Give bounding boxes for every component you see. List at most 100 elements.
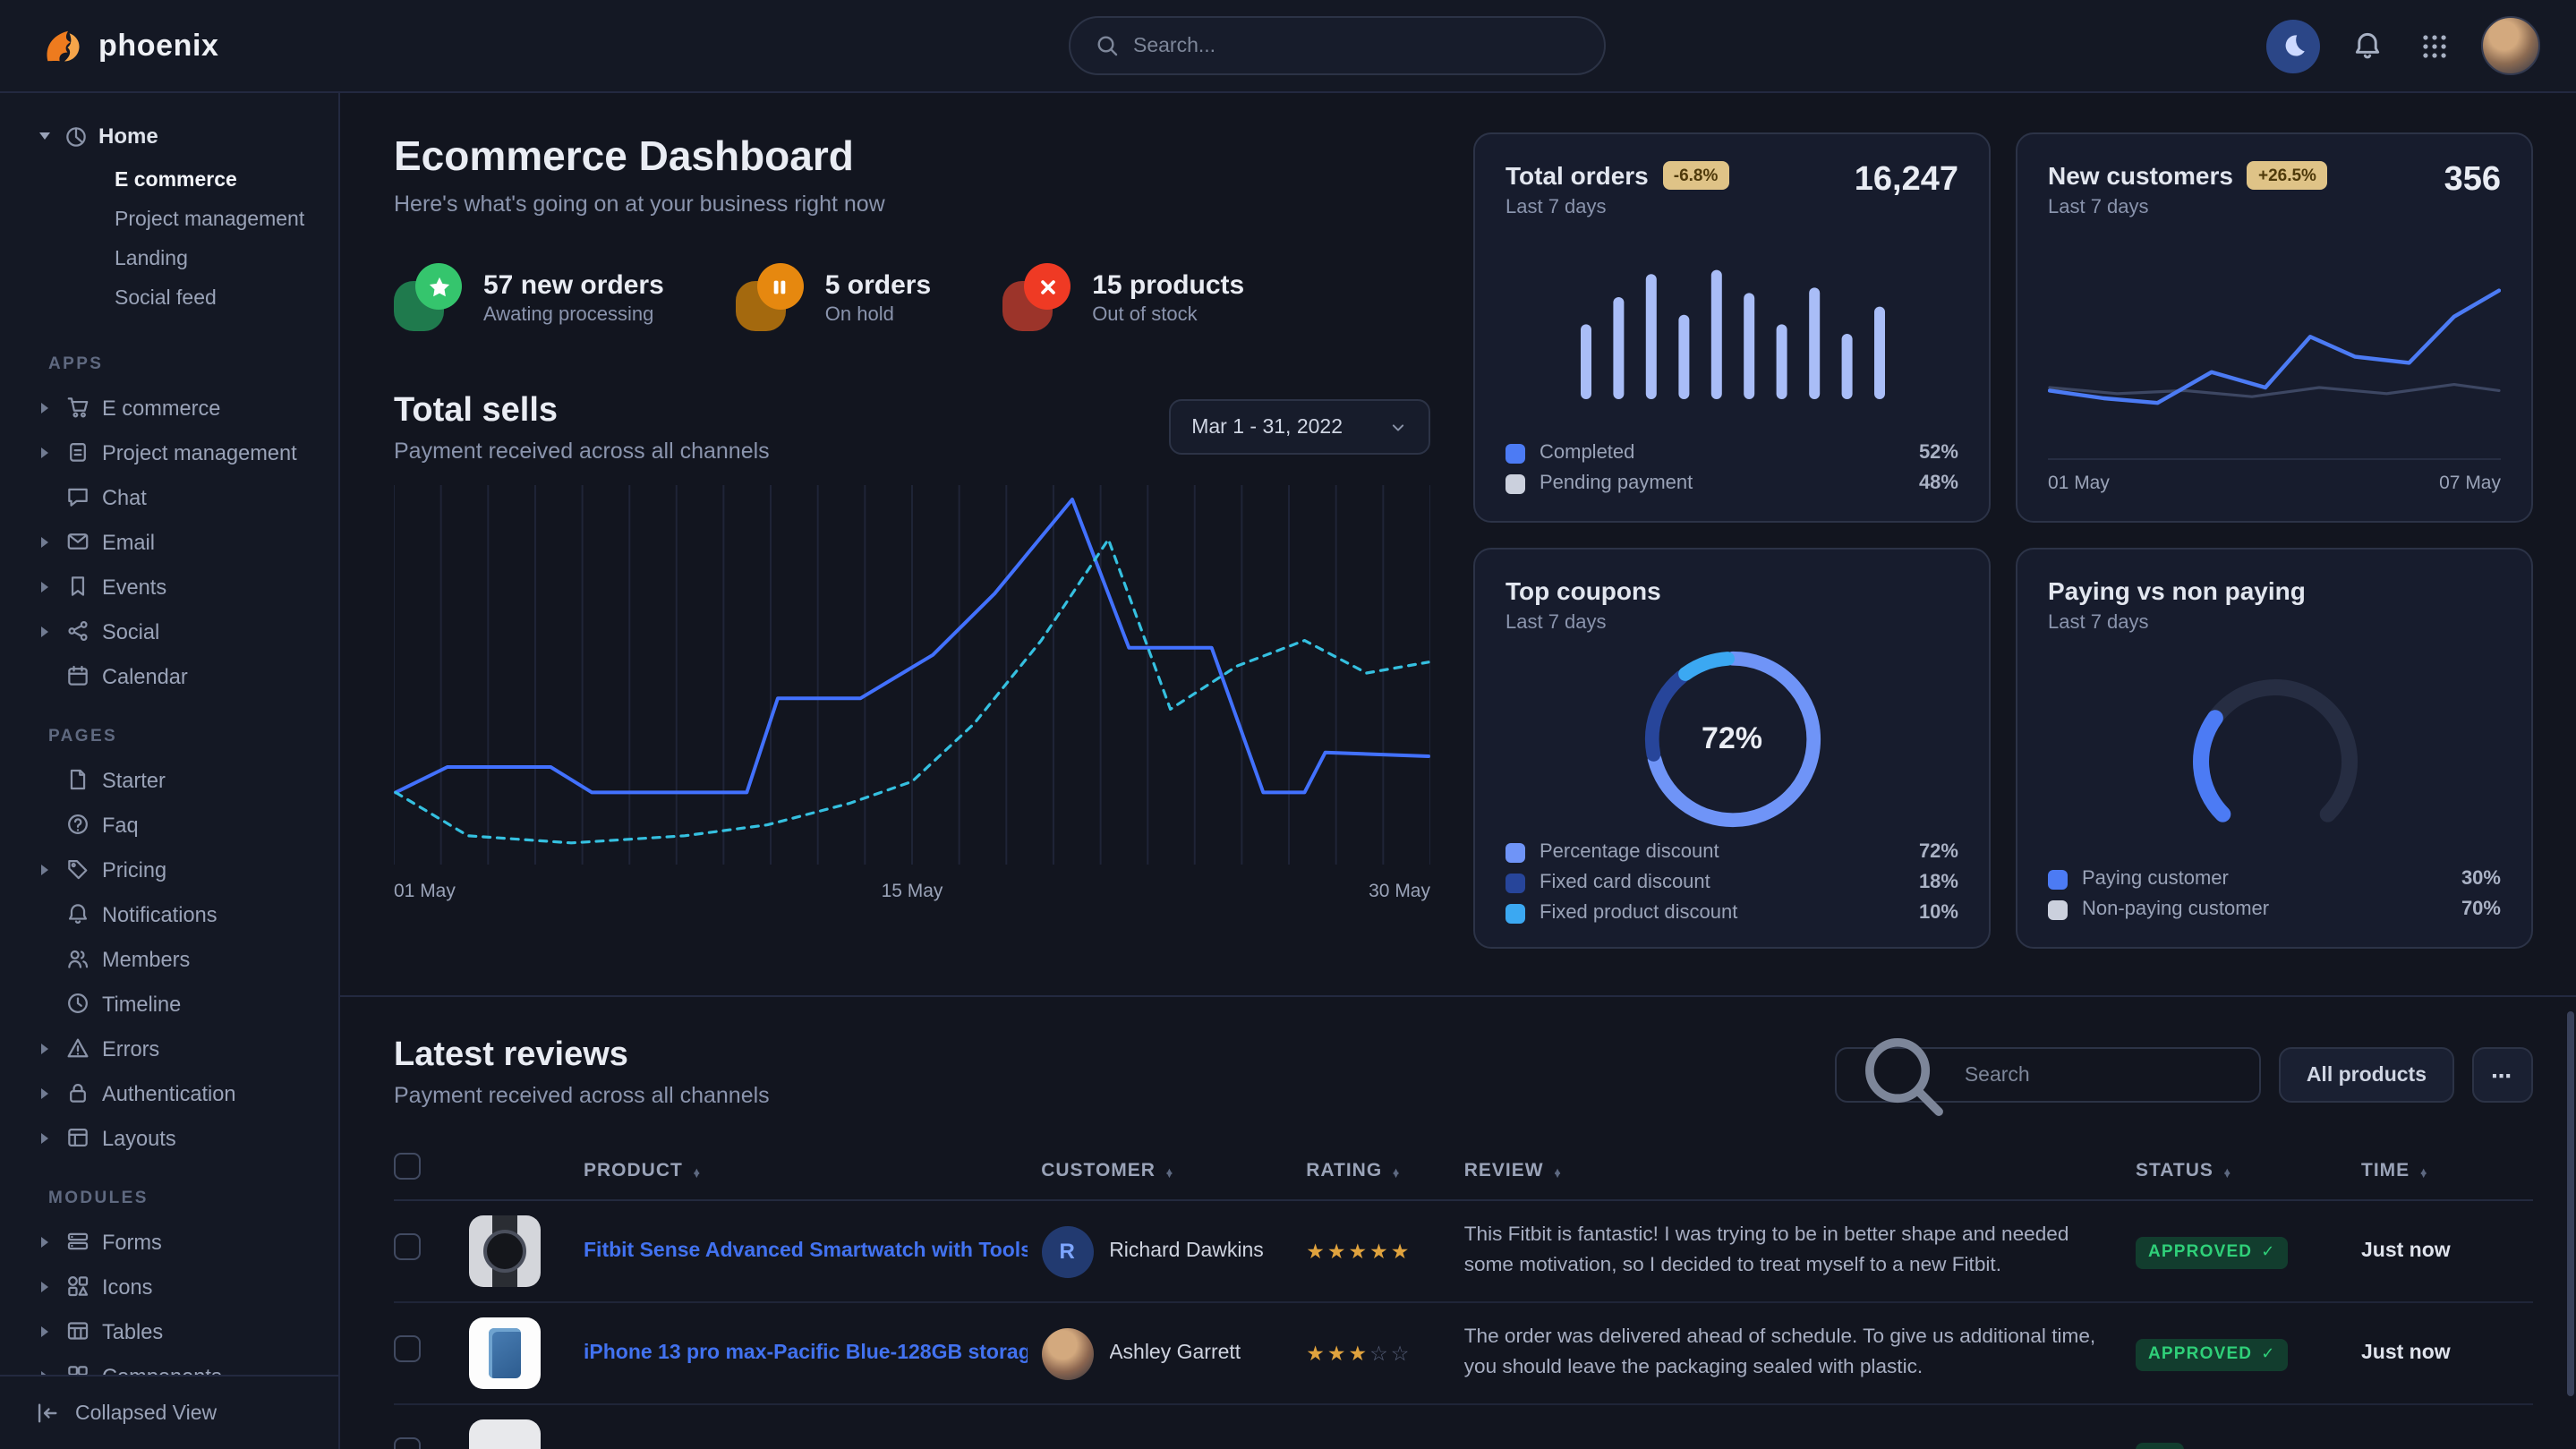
product-link[interactable]: Fitbit Sense Advanced Smartwatch with To…: [584, 1240, 1027, 1262]
sidebar-item[interactable]: Events: [0, 564, 338, 609]
sidebar-item[interactable]: Starter: [0, 757, 338, 802]
row-checkbox[interactable]: [394, 1233, 421, 1260]
total-sells-chart: [394, 485, 1430, 865]
sidebar-subitem[interactable]: Project management: [0, 200, 338, 240]
sidebar-item[interactable]: Members: [0, 936, 338, 981]
sidebar-item[interactable]: Faq: [0, 802, 338, 847]
legend-label: Fixed product discount: [1540, 902, 1905, 924]
stats-row: 57 new orders Awating processing: [394, 263, 1430, 331]
brand[interactable]: phoenix: [39, 23, 362, 68]
sidebar-section-label: APPS: [0, 326, 338, 385]
sidebar-item[interactable]: Forms: [0, 1219, 338, 1264]
sidebar-item[interactable]: Authentication: [0, 1070, 338, 1115]
status-badge: APPROVED✓: [2136, 1339, 2289, 1371]
sidebar-item[interactable]: Components: [0, 1353, 338, 1375]
column-header[interactable]: TIME: [2361, 1159, 2533, 1181]
sidebar-item[interactable]: Pricing: [0, 847, 338, 891]
sidebar-item[interactable]: Notifications: [0, 891, 338, 936]
sidebar-item-label: Authentication: [102, 1080, 236, 1105]
sidebar-item-home[interactable]: Home: [0, 115, 338, 158]
change-badge: -6.8%: [1663, 161, 1729, 190]
rating-stars: ★★★☆☆: [1306, 1341, 1450, 1366]
home-icon: [64, 124, 88, 148]
column-header[interactable]: STATUS: [2136, 1159, 2347, 1181]
sidebar-item[interactable]: E commerce: [0, 385, 338, 430]
reviews-search[interactable]: [1836, 1047, 2262, 1103]
product-thumbnail: [469, 1215, 541, 1287]
sidebar-item[interactable]: Errors: [0, 1026, 338, 1070]
reviews-search-input[interactable]: [1965, 1064, 2240, 1086]
check-icon: ✓: [2261, 1345, 2275, 1365]
scrollbar-thumb[interactable]: [2567, 1011, 2574, 1396]
sort-icon: [2418, 1170, 2429, 1180]
legend-item: Pending payment 48%: [1506, 473, 1958, 494]
sidebar-item[interactable]: Icons: [0, 1264, 338, 1308]
legend-item: Percentage discount 72%: [1506, 841, 1958, 863]
navbar-search-input[interactable]: [1133, 35, 1579, 56]
sidebar-item[interactable]: Email: [0, 519, 338, 564]
sidebar-subitem[interactable]: Landing: [0, 240, 338, 279]
table-row[interactable]: ✓: [394, 1405, 2533, 1449]
theme-toggle-button[interactable]: [2266, 19, 2320, 72]
column-header[interactable]: PRODUCT: [584, 1159, 1027, 1181]
row-checkbox[interactable]: [394, 1335, 421, 1362]
notifications-button[interactable]: [2345, 24, 2388, 67]
reviews-table: PRODUCT CUSTOMER RATING REVIEW STATUS TI…: [394, 1140, 2533, 1449]
top-navbar: phoenix: [0, 0, 2576, 93]
sidebar-item[interactable]: Timeline: [0, 981, 338, 1026]
more-options-button[interactable]: ⋯: [2471, 1047, 2533, 1103]
caret-right-icon: [36, 581, 54, 592]
caret-right-icon: [36, 1236, 54, 1247]
legend-value: 70%: [2461, 899, 2501, 920]
table-row[interactable]: iPhone 13 pro max-Pacific Blue-128GB sto…: [394, 1303, 2533, 1405]
customer-avatar: R: [1041, 1225, 1093, 1277]
row-checkbox[interactable]: [394, 1437, 421, 1449]
legend-item: Non-paying customer 70%: [2048, 899, 2501, 920]
sidebar-subitem[interactable]: Social feed: [0, 279, 338, 319]
sidebar-item-label: Chat: [102, 484, 147, 509]
stat-value: 15 products: [1092, 269, 1244, 300]
sidebar-item-label: Timeline: [102, 991, 181, 1016]
column-header[interactable]: RATING: [1306, 1159, 1450, 1181]
legend-swatch: [1506, 903, 1525, 923]
sidebar-item-label: Starter: [102, 767, 166, 792]
sidebar-item-icon: [66, 575, 90, 598]
sidebar-item-label: Forms: [102, 1229, 162, 1254]
customer-cell[interactable]: [1041, 1429, 1292, 1449]
column-header[interactable]: REVIEW: [1464, 1159, 2121, 1181]
page-title: Ecommerce Dashboard: [394, 132, 1430, 181]
reviews-actions: All products ⋯: [1836, 1047, 2533, 1103]
sort-icon: [2222, 1170, 2233, 1180]
all-products-button[interactable]: All products: [2280, 1047, 2453, 1103]
customer-cell[interactable]: R Richard Dawkins: [1041, 1225, 1292, 1277]
table-row[interactable]: Fitbit Sense Advanced Smartwatch with To…: [394, 1201, 2533, 1303]
sidebar-item[interactable]: Layouts: [0, 1115, 338, 1160]
legend-swatch: [1506, 873, 1525, 892]
sidebar-item-label: Project management: [102, 439, 297, 465]
product-thumbnail: [469, 1419, 541, 1449]
status-badge: ✓: [2136, 1443, 2184, 1449]
product-link[interactable]: iPhone 13 pro max-Pacific Blue-128GB sto…: [584, 1342, 1027, 1364]
user-avatar[interactable]: [2481, 16, 2540, 75]
sidebar-subitem[interactable]: E commerce: [0, 161, 338, 200]
sidebar-item-icon: [66, 1036, 90, 1060]
review-text: This Fitbit is fantastic! I was trying t…: [1464, 1221, 2121, 1282]
date-range-select[interactable]: Mar 1 - 31, 2022: [1168, 399, 1430, 455]
stat-caption: Out of stock: [1092, 303, 1244, 325]
sidebar-item[interactable]: Social: [0, 609, 338, 653]
apps-grid-button[interactable]: [2413, 24, 2456, 67]
sidebar-item[interactable]: Calendar: [0, 653, 338, 698]
collapsed-view-toggle[interactable]: Collapsed View: [0, 1375, 338, 1449]
navbar-search[interactable]: [1069, 16, 1606, 75]
phoenix-logo-icon: [39, 23, 84, 68]
column-header[interactable]: CUSTOMER: [1041, 1159, 1292, 1181]
legend-value: 18%: [1919, 872, 1958, 893]
sidebar-item[interactable]: Project management: [0, 430, 338, 474]
legend-item: Fixed product discount 10%: [1506, 902, 1958, 924]
select-all-checkbox[interactable]: [394, 1152, 421, 1179]
sidebar-item[interactable]: Chat: [0, 474, 338, 519]
sidebar-item-label: Icons: [102, 1274, 152, 1299]
sidebar-item[interactable]: Tables: [0, 1308, 338, 1353]
customer-cell[interactable]: Ashley Garrett: [1041, 1327, 1292, 1379]
sidebar: Home E commerce Project management: [0, 93, 340, 1449]
